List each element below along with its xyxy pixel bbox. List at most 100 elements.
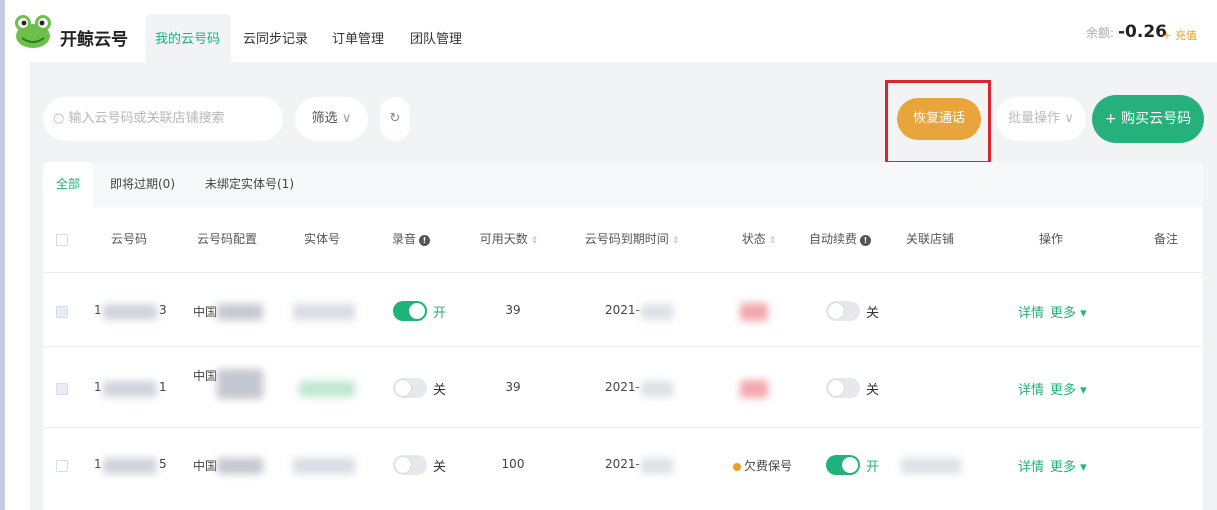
auto-renew-toggle[interactable] xyxy=(826,378,860,398)
main-content: ○ 输入云号码或关联店铺搜索 筛选 ∨ ↻ 恢复通话 批量操作 ∨ + 购买云号… xyxy=(30,62,1217,510)
toggle-knob xyxy=(828,303,844,319)
header-divider xyxy=(43,272,1203,273)
expire-time: 2021- xyxy=(605,457,640,471)
status-dot-icon xyxy=(733,462,741,471)
auto-renew-toggle[interactable] xyxy=(826,301,860,321)
auto-renew-state: 开 xyxy=(866,460,880,475)
numbers-table-card: 全部 即将过期(0) 未绑定实体号(1) 云号码 云号码配置 实体号 录音! 可… xyxy=(43,162,1203,510)
row-checkbox[interactable] xyxy=(56,460,68,472)
recording-toggle[interactable] xyxy=(393,378,427,398)
toggle-knob xyxy=(828,380,844,396)
batch-label: 批量操作 xyxy=(1008,111,1061,126)
subtab-expiring-soon[interactable]: 即将过期(0) xyxy=(110,162,175,207)
cloud-number-start: 1 xyxy=(94,380,102,394)
col-entity-number: 实体号 xyxy=(303,232,341,246)
window-left-edge xyxy=(0,0,5,510)
col-available-days[interactable]: 可用天数 ⇕ xyxy=(480,230,539,247)
redacted-expire-time xyxy=(641,381,673,397)
more-dropdown[interactable]: 更多 ▾ xyxy=(1050,379,1087,398)
subtab-unbound-entity[interactable]: 未绑定实体号(1) xyxy=(205,162,294,207)
expire-time: 2021- xyxy=(605,380,640,394)
col-cloud-number: 云号码 xyxy=(110,232,148,246)
recording-state: 开 xyxy=(433,306,447,321)
balance-value: -0.26 xyxy=(1118,22,1167,42)
recording-state: 关 xyxy=(433,460,447,475)
available-days: 39 xyxy=(505,380,521,394)
info-icon[interactable]: ! xyxy=(860,235,872,246)
available-days: 100 xyxy=(501,457,525,471)
tab-my-cloud-numbers[interactable]: 我的云号码 xyxy=(155,28,220,47)
cloud-number-start: 1 xyxy=(94,303,102,317)
redacted-status xyxy=(740,380,768,398)
col-recording-label: 录音 xyxy=(391,232,417,246)
redacted-config xyxy=(217,369,263,399)
search-input[interactable]: ○ 输入云号码或关联店铺搜索 xyxy=(43,97,283,141)
account-balance: 余额: -0.26 xyxy=(1086,22,1167,42)
redacted-linked-store xyxy=(901,458,961,474)
subtabs-bar: 全部 即将过期(0) 未绑定实体号(1) xyxy=(43,162,1203,207)
detail-link[interactable]: 详情 xyxy=(1018,379,1044,398)
col-remarks: 备注 xyxy=(1153,232,1179,246)
config-value: 中国 xyxy=(193,369,218,383)
chevron-down-icon: ∨ xyxy=(341,111,352,126)
row-divider xyxy=(43,427,1203,428)
available-days: 39 xyxy=(505,303,521,317)
redacted-entity-number xyxy=(293,458,355,474)
recharge-link[interactable]: + 充值 xyxy=(1162,27,1197,43)
status-text: 欠费保号 xyxy=(744,459,793,473)
config-value: 中国 xyxy=(193,459,218,473)
tab-team-management[interactable]: 团队管理 xyxy=(410,28,462,47)
filter-label: 筛选 xyxy=(311,111,338,126)
redacted-expire-time xyxy=(641,304,673,320)
more-dropdown[interactable]: 更多 ▾ xyxy=(1050,456,1087,475)
redacted-expire-time xyxy=(641,458,673,474)
toggle-knob xyxy=(842,457,858,473)
redacted-status xyxy=(740,303,768,321)
buy-cloud-number-button[interactable]: + 购买云号码 xyxy=(1092,95,1204,143)
sort-icon: ⇕ xyxy=(530,236,539,246)
recording-toggle[interactable] xyxy=(393,301,427,321)
toggle-knob xyxy=(409,303,425,319)
col-recording: 录音! xyxy=(391,230,431,247)
highlight-box xyxy=(885,80,991,164)
toggle-knob xyxy=(395,380,411,396)
auto-renew-state: 关 xyxy=(866,306,880,321)
col-expire-time[interactable]: 云号码到期时间 ⇕ xyxy=(585,230,680,247)
cloud-number-start: 1 xyxy=(94,457,102,471)
more-dropdown[interactable]: 更多 ▾ xyxy=(1050,302,1087,321)
cloud-number-end: 5 xyxy=(159,457,167,471)
filter-button[interactable]: 筛选 ∨ xyxy=(295,97,368,141)
sort-icon: ⇕ xyxy=(671,236,680,246)
col-expire-time-label: 云号码到期时间 xyxy=(584,232,669,246)
auto-renew-state: 关 xyxy=(866,383,880,398)
detail-link[interactable]: 详情 xyxy=(1018,456,1044,475)
batch-operation-dropdown[interactable]: 批量操作 ∨ xyxy=(996,97,1086,141)
col-status[interactable]: 状态 ⇕ xyxy=(742,230,777,247)
col-available-days-label: 可用天数 xyxy=(479,232,528,246)
tab-cloud-sync-records[interactable]: 云同步记录 xyxy=(243,28,308,47)
config-value: 中国 xyxy=(193,305,218,319)
brand-name: 开鲸云号 xyxy=(60,30,128,50)
refresh-icon: ↻ xyxy=(389,111,401,126)
detail-link[interactable]: 详情 xyxy=(1018,302,1044,321)
refresh-button[interactable]: ↻ xyxy=(380,97,410,141)
row-divider xyxy=(43,346,1203,347)
sort-icon: ⇕ xyxy=(768,236,777,246)
row-checkbox[interactable] xyxy=(56,306,68,318)
recording-toggle[interactable] xyxy=(393,455,427,475)
col-linked-store: 关联店铺 xyxy=(905,232,955,246)
redacted-entity-number xyxy=(299,381,355,397)
col-status-label: 状态 xyxy=(741,232,766,246)
select-all-checkbox[interactable] xyxy=(56,234,68,246)
tab-order-management[interactable]: 订单管理 xyxy=(332,28,384,47)
subtab-all[interactable]: 全部 xyxy=(43,162,93,207)
row-checkbox[interactable] xyxy=(56,383,68,395)
auto-renew-toggle[interactable] xyxy=(826,455,860,475)
expire-time: 2021- xyxy=(605,303,640,317)
chevron-down-icon: ∨ xyxy=(1064,111,1074,126)
redacted-number xyxy=(103,458,157,474)
redacted-config xyxy=(217,458,263,474)
col-config: 云号码配置 xyxy=(196,232,258,246)
redacted-number xyxy=(103,304,157,320)
info-icon[interactable]: ! xyxy=(419,235,431,246)
